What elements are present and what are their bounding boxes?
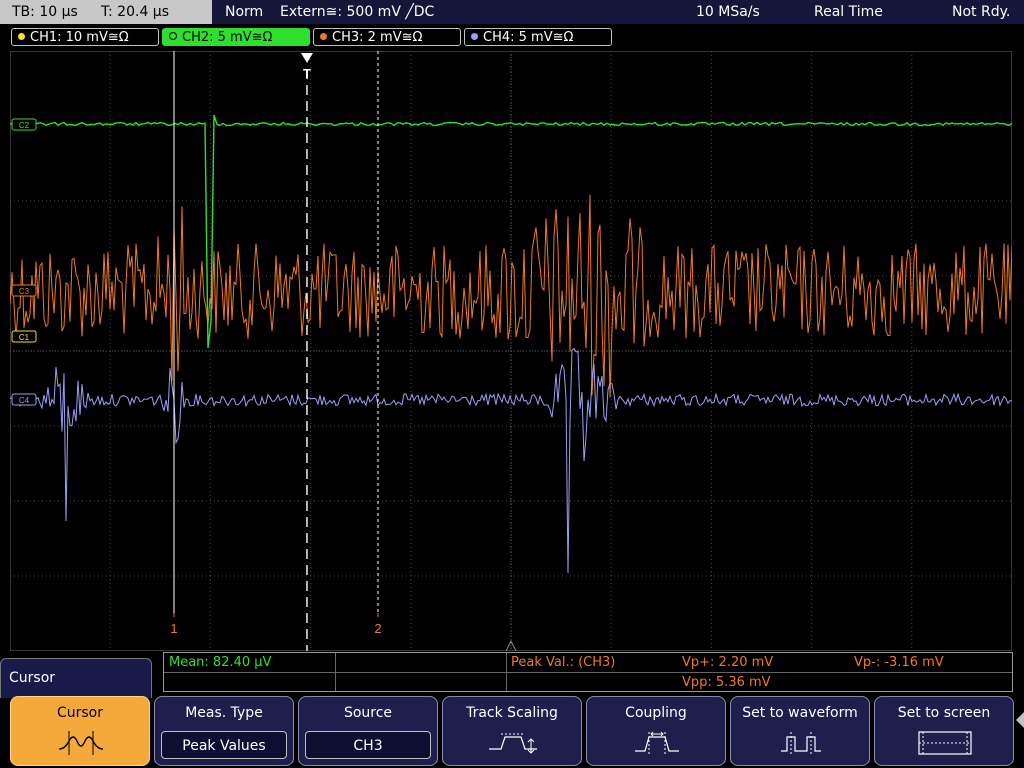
meas-type-value[interactable]: Peak Values	[161, 731, 287, 759]
ch1-color-dot	[18, 33, 25, 40]
set-to-waveform-softkey[interactable]: Set to waveform	[730, 696, 870, 766]
vp-plus-readout: Vp+: 2.20 mV	[682, 655, 774, 670]
ch3-label: CH3: 2 mV≅Ω	[332, 30, 423, 45]
source-value[interactable]: CH3	[305, 731, 431, 759]
coupling-icon	[635, 731, 679, 755]
ch2-label: CH2: 5 mV≅Ω	[182, 30, 273, 45]
set-to-screen-icon	[918, 731, 972, 755]
ch2-offset-marker[interactable]: C2	[11, 118, 37, 131]
timebase-label: TB: 10 µs	[12, 4, 78, 20]
meas-type-label: Meas. Type	[185, 705, 263, 721]
vp-minus-readout: Vp-: -3.16 mV	[854, 655, 944, 670]
set-to-screen-softkey[interactable]: Set to screen	[874, 696, 1014, 766]
set-to-screen-label: Set to screen	[897, 705, 991, 721]
channel-tab-ch1[interactable]: CH1: 10 mV≅Ω	[11, 28, 159, 46]
track-scaling-icon	[489, 733, 537, 754]
trigger-marker-label: T	[303, 66, 311, 81]
ch4-label: CH4: 5 mV≅Ω	[483, 30, 574, 45]
source-softkey[interactable]: Source CH3	[298, 696, 438, 766]
track-scaling-label: Track Scaling	[466, 705, 558, 721]
timebase-box[interactable]: TB: 10 µs T: 20.4 µs	[0, 0, 212, 24]
trigger-time-label: T: 20.4 µs	[101, 4, 170, 20]
set-to-waveform-icon	[781, 732, 821, 755]
channel-tab-ch2[interactable]: CH2: 5 mV≅Ω	[162, 28, 310, 46]
ready-status: Not Rdy.	[952, 4, 1011, 20]
ch3-marker-label: C3	[19, 287, 30, 296]
peak-value-label: Peak Val.: (CH3)	[511, 655, 616, 670]
waveform-display[interactable]: T 1 2 C2 C3 C1 C4	[10, 51, 1012, 651]
status-bar: TB: 10 µs T: 20.4 µs Norm Extern≅: 500 m…	[0, 0, 1024, 24]
menu-back-arrow-icon[interactable]	[1016, 712, 1024, 728]
ch3-color-dot	[320, 33, 327, 40]
menu-title-tab: Cursor	[0, 658, 152, 698]
ch1-label: CH1: 10 mV≅Ω	[30, 30, 129, 45]
ch2-color-dot	[169, 32, 177, 40]
coupling-label: Coupling	[625, 705, 687, 721]
ch4-color-dot	[471, 33, 478, 40]
set-to-waveform-label: Set to waveform	[742, 705, 858, 721]
source-label: Source	[343, 705, 393, 721]
sample-rate: 10 MSa/s	[696, 4, 760, 20]
trigger-mode[interactable]: Norm	[225, 0, 263, 24]
cursor-softkey[interactable]: Cursor	[10, 696, 150, 766]
meas-type-softkey[interactable]: Meas. Type Peak Values	[154, 696, 294, 766]
channel-tab-ch4[interactable]: CH4: 5 mV≅Ω	[464, 28, 612, 46]
cursor-waveform-icon	[58, 731, 104, 755]
acquisition-mode: Real Time	[814, 4, 883, 20]
menu-title: Cursor	[9, 670, 56, 686]
ch1-offset-marker[interactable]: C1	[11, 330, 37, 343]
ch2-marker-label: C2	[19, 121, 30, 130]
cursor-softkey-label: Cursor	[56, 705, 104, 721]
cursor-1-label: 1	[170, 621, 177, 636]
vpp-readout: Vpp: 5.36 mV	[682, 675, 771, 690]
mean-readout: Mean: 82.40 µV	[169, 655, 272, 670]
measurement-bar: Mean: 82.40 µV Peak Val.: (CH3) Vp+: 2.2…	[163, 652, 1013, 692]
ch4-marker-label: C4	[19, 396, 30, 405]
trigger-source[interactable]: Extern≅: 500 mV ╱DC	[280, 0, 434, 24]
ch1-marker-label: C1	[19, 333, 30, 342]
ch4-offset-marker[interactable]: C4	[11, 393, 37, 406]
track-scaling-softkey[interactable]: Track Scaling	[442, 696, 582, 766]
meas-divider-row	[164, 672, 1012, 673]
coupling-softkey[interactable]: Coupling	[586, 696, 726, 766]
cursor-2-label: 2	[374, 621, 381, 636]
ch3-offset-marker[interactable]: C3	[11, 284, 37, 297]
channel-tab-ch3[interactable]: CH3: 2 mV≅Ω	[313, 28, 461, 46]
